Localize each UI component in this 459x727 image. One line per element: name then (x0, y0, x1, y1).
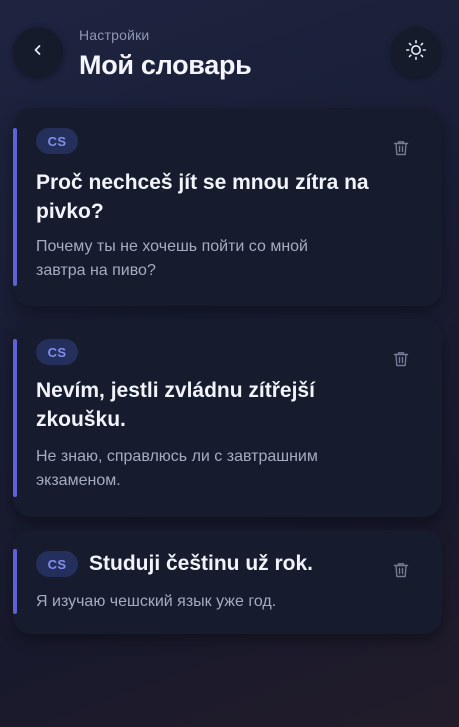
phrase-line: pivko? (36, 200, 104, 223)
translation-text: Я изучаю чешский язык уже год. (36, 593, 277, 610)
trash-icon (392, 139, 410, 162)
dictionary-card[interactable]: CS Nevím, jestli zvládnu zítřejší zkoušk… (13, 319, 442, 517)
breadcrumb: Настройки (79, 27, 150, 43)
phrase-line: Nevím, jestli zvládnu zítřejší (36, 379, 315, 402)
chevron-left-icon (31, 43, 45, 62)
page-title: Мой словарь (79, 50, 252, 80)
phrase-text: Nevím, jestli zvládnu zítřejší zkoušku. (36, 376, 396, 434)
card-accent-bar (13, 339, 17, 497)
language-badge: CS (36, 128, 78, 154)
language-badge: CS (36, 551, 78, 577)
translation-line: завтра на пиво? (36, 262, 156, 279)
language-badge: CS (36, 339, 78, 365)
translation-line: Почему ты не хочешь пойти со мной (36, 238, 308, 255)
theme-toggle-button[interactable] (391, 27, 441, 77)
phrase-text: Studuji češtinu už rok. (89, 552, 314, 575)
translation-text: Почему ты не хочешь пойти со мной завтра… (36, 235, 396, 283)
trash-icon (392, 350, 410, 373)
dictionary-card[interactable]: CS Proč nechceš jít se mnou zítra na piv… (13, 108, 442, 306)
app-header: Настройки Мой словарь (0, 0, 459, 100)
phrase-line: zkoušku. (36, 408, 126, 431)
phrase-line: Proč nechceš jít se mnou zítra na (36, 171, 369, 194)
sun-icon (405, 39, 427, 66)
translation-line: Не знаю, справлюсь ли с завтрашним (36, 448, 318, 465)
card-accent-bar (13, 128, 17, 286)
dictionary-card[interactable]: CS Studuji češtinu už rok. Я изучаю чешс… (13, 530, 442, 634)
trash-icon (392, 561, 410, 584)
translation-line: экзаменом. (36, 472, 121, 489)
card-accent-bar (13, 549, 17, 614)
back-button[interactable] (13, 27, 63, 77)
translation-text: Не знаю, справлюсь ли с завтрашним экзам… (36, 445, 396, 493)
delete-button[interactable] (390, 350, 412, 372)
delete-button[interactable] (390, 561, 412, 583)
phrase-text: Proč nechceš jít se mnou zítra na pivko? (36, 168, 396, 226)
delete-button[interactable] (390, 139, 412, 161)
